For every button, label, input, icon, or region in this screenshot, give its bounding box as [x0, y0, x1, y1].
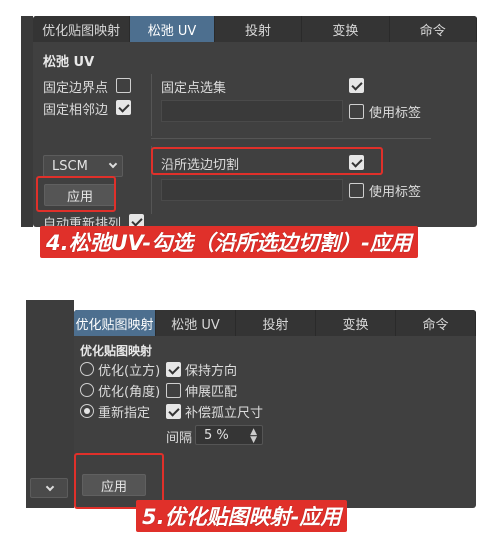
radio-optimize-cubic[interactable]: [80, 362, 94, 376]
fix-boundary-checkbox[interactable]: [116, 78, 131, 93]
auto-realign-label: 自动重新排列: [43, 217, 122, 227]
tab-transform[interactable]: 变换: [316, 310, 396, 336]
section-title: 松弛 UV: [43, 55, 95, 70]
stretch-fit-checkbox[interactable]: [166, 383, 181, 398]
radio-optimize-angle-label: 优化(角度): [98, 385, 161, 400]
fix-boundary-label: 固定边界点: [43, 81, 109, 96]
use-tags-label: 使用标签: [369, 106, 422, 121]
highlight-apply-1: [36, 176, 116, 212]
use-tags-checkbox-2[interactable]: [349, 183, 364, 198]
fixed-selection-label: 固定点选集: [161, 81, 227, 96]
fix-neighbor-label: 固定相邻边: [43, 103, 109, 118]
chevron-down-icon: [45, 482, 55, 492]
equalize-islands-checkbox[interactable]: [166, 404, 181, 419]
divider: [151, 74, 152, 136]
keep-orientation-label: 保持方向: [185, 364, 238, 379]
spinner-arrows-icon[interactable]: ▲ ▼: [250, 428, 257, 445]
tab-relax-uv[interactable]: 松弛 UV: [156, 310, 236, 336]
spacing-value: 5 %: [204, 427, 229, 443]
tab-bar: 优化贴图映射 松弛 UV 投射 变换 命令: [33, 16, 477, 42]
method-select[interactable]: LSCM: [43, 155, 123, 177]
left-side-area: [26, 300, 74, 508]
fixed-selection-field[interactable]: [161, 100, 343, 122]
radio-optimize-cubic-label: 优化(立方): [98, 364, 161, 379]
chevron-down-icon: [108, 159, 118, 169]
side-dropdown[interactable]: [30, 478, 68, 498]
method-select-value: LSCM: [52, 158, 88, 174]
tab-commands[interactable]: 命令: [396, 310, 476, 336]
tab-projection[interactable]: 投射: [215, 16, 303, 42]
tab-commands[interactable]: 命令: [390, 16, 477, 42]
left-edge-strip: [21, 16, 33, 227]
spacing-label: 间隔: [166, 431, 193, 446]
fix-neighbor-checkbox[interactable]: [116, 100, 131, 115]
tab-relax-uv[interactable]: 松弛 UV: [130, 16, 215, 42]
highlight-cut-along: [151, 147, 383, 175]
screenshot-canvas: 优化贴图映射 松弛 UV 投射 变换 命令 松弛 UV 固定边界点 固定相邻边 …: [0, 0, 500, 533]
spacing-input[interactable]: 5 % ▲ ▼: [195, 425, 263, 445]
use-tags-checkbox[interactable]: [349, 104, 364, 119]
tab-bar: 优化贴图映射 松弛 UV 投射 变换 命令: [74, 310, 476, 336]
tab-transform[interactable]: 变换: [302, 16, 390, 42]
fixed-selection-checkbox[interactable]: [349, 78, 364, 93]
equalize-islands-label: 补偿孤立尺寸: [185, 406, 264, 421]
tab-projection[interactable]: 投射: [236, 310, 316, 336]
divider: [151, 138, 431, 139]
cut-selection-field[interactable]: [161, 179, 343, 201]
tab-optimize-mapping[interactable]: 优化贴图映射: [74, 310, 156, 336]
use-tags-label-2: 使用标签: [369, 185, 422, 200]
radio-reassign[interactable]: [80, 404, 94, 418]
radio-optimize-angle[interactable]: [80, 383, 94, 397]
section-title: 优化贴图映射: [80, 344, 153, 358]
radio-reassign-label: 重新指定: [98, 406, 151, 421]
step-caption-5: 5.优化贴图映射-应用: [136, 500, 348, 532]
stretch-fit-label: 伸展匹配: [185, 385, 238, 400]
tab-optimize-mapping[interactable]: 优化贴图映射: [33, 16, 131, 42]
keep-orientation-checkbox[interactable]: [166, 362, 181, 377]
step-caption-4: 4.松弛UV-勾选（沿所选边切割）-应用: [40, 226, 418, 258]
